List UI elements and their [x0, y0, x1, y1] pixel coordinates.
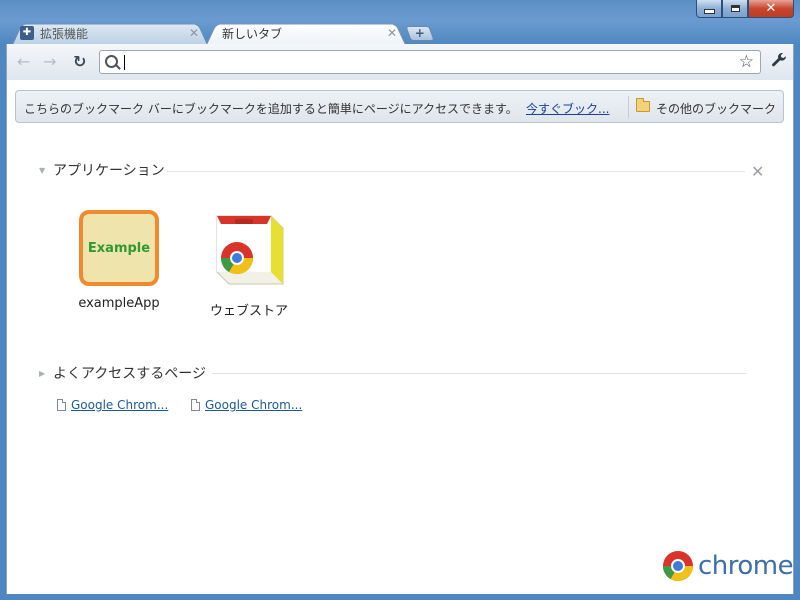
close-icon[interactable]: ✕: [751, 162, 764, 181]
apps-section-header[interactable]: ▼ アプリケーション: [39, 160, 165, 180]
page-icon: [57, 399, 66, 411]
divider: [628, 96, 629, 118]
app-label: exampleApp: [78, 296, 160, 311]
close-icon: ✕: [765, 1, 777, 16]
app-label: ウェブストア: [209, 304, 288, 319]
webstore-icon: [216, 215, 284, 285]
chrome-icon: [663, 551, 693, 582]
puzzle-icon: ✚: [20, 26, 34, 40]
toolbar: ← → ↻ ☆: [6, 44, 794, 80]
folder-icon: [636, 98, 650, 112]
address-input[interactable]: [124, 53, 724, 71]
search-icon: [105, 55, 118, 68]
chrome-logo: chrome: [662, 550, 794, 582]
bookmark-bar: こちらのブックマーク バーにブックマークを追加すると簡単にページにアクセスできま…: [15, 90, 784, 123]
forward-button[interactable]: →: [43, 52, 56, 71]
most-visited-section-header[interactable]: ▶ よくアクセスするページ: [39, 363, 206, 383]
most-visited-link[interactable]: Google Chrom...: [71, 398, 168, 412]
most-visited-item[interactable]: Google Chrom...: [191, 398, 302, 412]
tab-close-icon[interactable]: ✕: [386, 26, 398, 40]
bookmark-star-icon[interactable]: ☆: [739, 52, 754, 72]
wrench-svg: [772, 53, 786, 67]
apps-section-title: アプリケーション: [53, 163, 165, 179]
other-bookmarks-button[interactable]: その他のブックマーク: [656, 100, 776, 117]
new-tab-button[interactable]: +: [405, 26, 435, 41]
most-visited-title: よくアクセスするページ: [53, 366, 207, 382]
window-caption-buttons: ✕: [696, 0, 794, 18]
divider: [212, 373, 747, 374]
example-app-icon: Example: [79, 210, 159, 286]
tab-extensions[interactable]: ✚ 拡張機能 ✕: [12, 21, 208, 45]
import-bookmarks-link[interactable]: 今すぐブック...: [526, 100, 609, 117]
minimize-button[interactable]: [696, 0, 722, 18]
plus-icon: +: [414, 26, 425, 40]
app-webstore[interactable]: ウェブストア: [194, 210, 304, 319]
tab-new-tab[interactable]: 新しいタブ ✕: [206, 21, 406, 45]
text-caret: [124, 55, 125, 70]
wrench-icon[interactable]: [771, 52, 787, 72]
divider: [167, 171, 745, 172]
most-visited-item[interactable]: Google Chrom...: [57, 398, 168, 412]
chrome-wordmark: chrome: [698, 551, 794, 581]
new-tab-page: こちらのブックマーク バーにブックマークを追加すると簡単にページにアクセスできま…: [6, 80, 794, 594]
tab-title: 拡張機能: [40, 26, 89, 41]
maximize-icon: [730, 5, 740, 12]
close-window-button[interactable]: ✕: [748, 0, 794, 18]
tab-title: 新しいタブ: [222, 26, 283, 41]
most-visited-link[interactable]: Google Chrom...: [205, 398, 302, 412]
page-icon: [191, 399, 200, 411]
omnibox[interactable]: ☆: [99, 50, 761, 74]
expand-triangle-icon: ▼: [39, 165, 46, 175]
collapse-triangle-icon: ▶: [39, 368, 46, 378]
tab-close-icon[interactable]: ✕: [188, 26, 200, 40]
maximize-button[interactable]: [722, 0, 748, 18]
minimize-icon: [703, 9, 715, 14]
back-button[interactable]: ←: [17, 52, 30, 71]
reload-button[interactable]: ↻: [73, 52, 86, 71]
bookmark-bar-message: こちらのブックマーク バーにブックマークを追加すると簡単にページにアクセスできま…: [24, 102, 518, 116]
app-example[interactable]: Example exampleApp: [64, 210, 174, 311]
